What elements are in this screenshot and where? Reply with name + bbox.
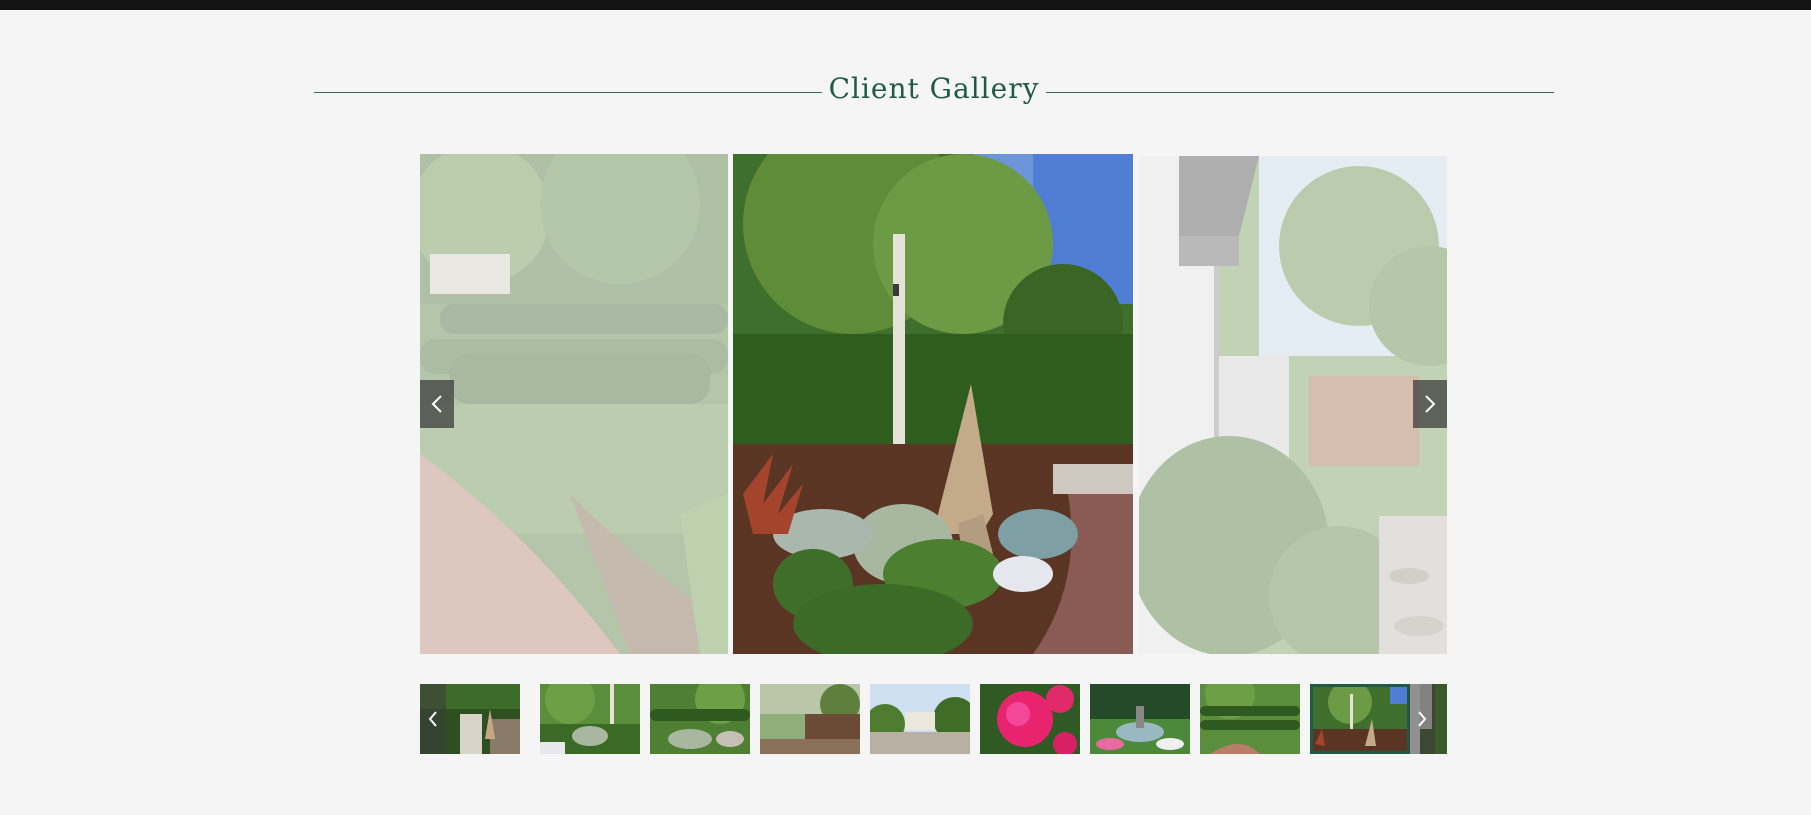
- chevron-right-icon: [1418, 711, 1427, 727]
- thumbnail-4[interactable]: [760, 684, 860, 754]
- carousel-slide-current[interactable]: [733, 154, 1133, 654]
- chevron-left-icon: [428, 711, 437, 727]
- section-header: Client Gallery: [314, 70, 1554, 110]
- birch-rock-garden-photo: [733, 154, 1133, 654]
- chevron-right-icon: [1425, 395, 1436, 413]
- side-yard-photo: [1139, 156, 1447, 654]
- chevron-left-icon: [431, 395, 442, 413]
- top-bar: [0, 0, 1811, 10]
- carousel-slide-next[interactable]: [1139, 156, 1447, 654]
- thumbnail-image: [870, 684, 970, 754]
- thumbnail-2[interactable]: [540, 684, 640, 754]
- gallery-carousel: [420, 154, 1447, 654]
- title-divider-right: [1046, 92, 1554, 93]
- page-title: Client Gallery: [828, 72, 1040, 105]
- thumbnail-image: [980, 684, 1080, 754]
- thumbnail-image: [1200, 684, 1300, 754]
- hedge-garden-photo: [420, 154, 728, 654]
- thumbnail-image: [1310, 684, 1410, 754]
- thumbnail-5[interactable]: [870, 684, 970, 754]
- thumbnail-3[interactable]: [650, 684, 750, 754]
- thumbnail-image: [1090, 684, 1190, 754]
- thumbnail-8[interactable]: [1200, 684, 1300, 754]
- thumbnail-image: [650, 684, 750, 754]
- thumbnails-prev-button[interactable]: [420, 684, 446, 754]
- thumbnail-image: [540, 684, 640, 754]
- carousel-slide-previous[interactable]: [420, 154, 728, 654]
- thumbnail-image: [760, 684, 860, 754]
- carousel-prev-button[interactable]: [420, 380, 454, 428]
- thumbnail-7[interactable]: [1090, 684, 1190, 754]
- thumbnail-6[interactable]: [980, 684, 1080, 754]
- title-divider-left: [314, 92, 822, 93]
- carousel-next-button[interactable]: [1413, 380, 1447, 428]
- thumbnails-next-button[interactable]: [1409, 684, 1435, 754]
- thumbnail-9[interactable]: [1310, 684, 1410, 754]
